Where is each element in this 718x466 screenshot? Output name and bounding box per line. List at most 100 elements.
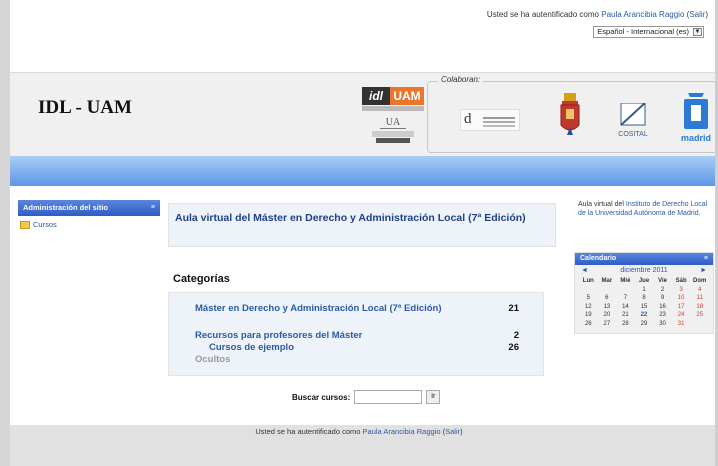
calendar-day[interactable]: 4 (690, 286, 709, 295)
calendar-title: Calendario (580, 255, 617, 262)
calendar-day (616, 286, 635, 295)
search-label: Buscar cursos: (292, 392, 351, 402)
search-input[interactable] (354, 390, 423, 404)
paren-close: ) (460, 427, 463, 436)
search-button[interactable]: Ir (426, 390, 441, 404)
user-profile-link[interactable]: Paula Arancibia Raggio (363, 427, 441, 436)
chevron-down-icon[interactable]: ▼ (693, 28, 702, 36)
course-heading-box: Aula virtual del Máster en Derecho y Adm… (168, 203, 556, 247)
calendar-day[interactable]: 24 (672, 311, 691, 320)
category-link[interactable]: Máster en Derecho y Administración Local… (195, 303, 485, 315)
language-select[interactable]: Español - Internacional (es) ▼ (593, 26, 704, 38)
calendar-day[interactable]: 10 (672, 294, 691, 303)
calendar-day[interactable]: 3 (672, 286, 691, 295)
calendar-day[interactable]: 30 (653, 320, 672, 329)
site-header: IDL - UAM idl UAM UA Colaboran: d COSITA… (10, 72, 717, 156)
category-count: 26 (508, 342, 519, 353)
login-info-bottom: Usted se ha autentificado como Paula Ara… (0, 427, 718, 436)
calendar-day[interactable]: 13 (598, 303, 617, 312)
uam-logo-text: UAM (390, 87, 424, 105)
login-prefix-text: Usted se ha autentificado como (486, 10, 599, 19)
course-heading: Aula virtual del Máster en Derecho y Adm… (175, 212, 526, 224)
madrid-logo-text: madrid (681, 133, 711, 143)
calendar-day[interactable]: 28 (616, 320, 635, 329)
calendar-day[interactable]: 2 (653, 286, 672, 295)
calendar-day (598, 286, 617, 295)
left-page-border (0, 0, 10, 466)
calendar-day[interactable]: 15 (635, 303, 654, 312)
calendar-day[interactable]: 8 (635, 294, 654, 303)
category-link[interactable]: Recursos para profesores del Máster (195, 330, 485, 342)
aula-description-prefix: Aula virtual del (578, 201, 624, 208)
category-link-hidden[interactable]: Ocultos (195, 354, 395, 366)
calendar-day[interactable]: 9 (653, 294, 672, 303)
ua-logo-subtitle (372, 131, 414, 137)
site-title: IDL - UAM (38, 97, 132, 118)
calendar-month[interactable]: diciembre 2011 (575, 267, 713, 274)
aula-description-suffix: . (698, 210, 701, 217)
madrid-logo: madrid (681, 93, 711, 143)
calendar-day[interactable]: 25 (690, 311, 709, 320)
calendar-weekday: Mié (620, 278, 631, 284)
collapse-icon[interactable]: ≡ (151, 200, 155, 216)
calendar-grid: Lun Mar Mié Jue Vie Sáb Dom 1 2 3 4 5 6 7 8 9 10 11 12 13 14… (575, 277, 713, 328)
calendar-weekday: Dom (693, 278, 707, 284)
collapse-icon[interactable]: ≡ (704, 253, 708, 265)
category-count: 2 (513, 330, 519, 341)
ua-logo-bar (376, 138, 410, 143)
calendar-day[interactable]: 1 (635, 286, 654, 295)
calendar-block: Calendario ≡ ◄ diciembre 2011 ► Lun Mar Mi… (574, 252, 714, 334)
calendar-weekday: Sáb (675, 278, 687, 284)
calendar-day[interactable]: 7 (616, 294, 635, 303)
aula-description: Aula virtual del Instituto de Derecho Lo… (578, 200, 714, 218)
calendar-day[interactable]: 27 (598, 320, 617, 329)
calendar-day[interactable]: 22 (635, 311, 654, 320)
collaborators-label: Colaboran: (438, 75, 484, 84)
coat-of-arms-icon (560, 93, 580, 135)
logout-link[interactable]: Salir (445, 427, 460, 436)
paren-close: ) (705, 10, 708, 19)
calendar-weekday: Mar (601, 278, 613, 284)
calendar-day[interactable]: 17 (672, 303, 691, 312)
login-prefix-text: Usted se ha autentificado como (255, 427, 361, 436)
dp-logo-letter: d (464, 111, 472, 127)
calendar-day[interactable]: 6 (598, 294, 617, 303)
admin-item-courses[interactable]: Cursos (18, 216, 160, 233)
calendar-day[interactable]: 19 (579, 311, 598, 320)
category-count: 21 (508, 303, 519, 314)
calendar-day[interactable]: 31 (672, 320, 691, 329)
folder-icon (20, 220, 30, 229)
dp-logo-lines (483, 117, 515, 119)
calendar-day (579, 286, 598, 295)
calendar-nav: ◄ diciembre 2011 ► (575, 265, 713, 277)
next-month-icon[interactable]: ► (700, 267, 707, 274)
calendar-day[interactable]: 12 (579, 303, 598, 312)
language-select-value: Español - Internacional (es) (597, 27, 689, 36)
user-profile-link[interactable]: Paula Arancibia Raggio (601, 10, 684, 19)
calendar-day[interactable]: 26 (579, 320, 598, 329)
calendar-day[interactable]: 23 (653, 311, 672, 320)
calendar-header[interactable]: Calendario ≡ (575, 253, 713, 265)
ua-logo: UA (380, 117, 406, 129)
category-link[interactable]: Cursos de ejemplo (209, 342, 479, 354)
calendar-day[interactable]: 11 (690, 294, 709, 303)
calendar-day[interactable]: 20 (598, 311, 617, 320)
course-search-form: Buscar cursos: Ir (292, 390, 441, 404)
calendar-day[interactable]: 21 (616, 311, 635, 320)
login-info-top: Usted se ha autentificado como Paula Ara… (487, 10, 708, 19)
calendar-day[interactable]: 29 (635, 320, 654, 329)
calendar-day[interactable]: 5 (579, 294, 598, 303)
navigation-bar (10, 156, 715, 186)
calendar-day[interactable]: 16 (653, 303, 672, 312)
calendar-day[interactable]: 18 (690, 303, 709, 312)
cosital-logo-text: COSITAL (618, 131, 648, 138)
admin-block-header[interactable]: Administración del sitio ≡ (18, 200, 160, 216)
cosital-logo: COSITAL (618, 103, 648, 138)
categories-heading: Categorías (173, 273, 230, 285)
calendar-day[interactable]: 14 (616, 303, 635, 312)
idl-uam-logo: idl UAM (362, 87, 424, 105)
logout-link[interactable]: Salir (689, 10, 705, 19)
calendar-day (690, 320, 709, 329)
calendar-weekday: Vie (658, 278, 668, 284)
dp-logo: d (460, 109, 520, 131)
